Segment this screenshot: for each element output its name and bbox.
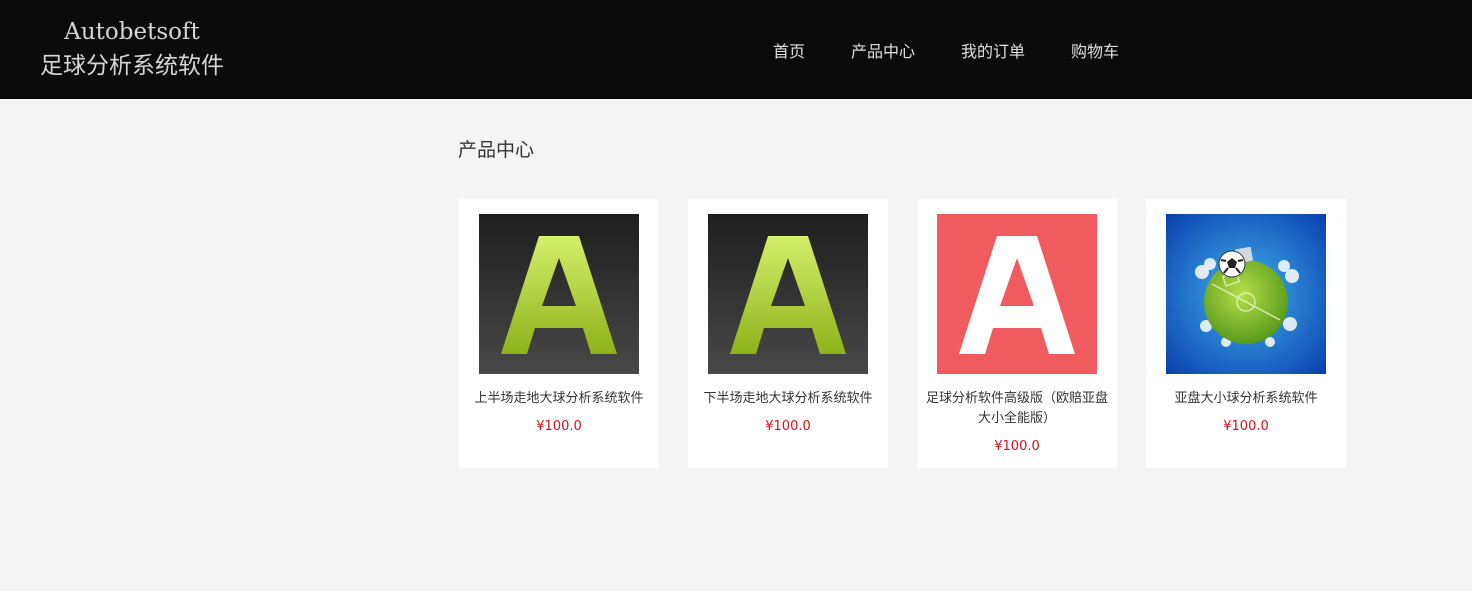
logo-brand: Autobetsoft xyxy=(64,19,200,45)
letter-a-green-dark-icon xyxy=(479,214,639,374)
product-price: ¥100.0 xyxy=(765,419,811,434)
product-name[interactable]: 足球分析软件高级版（欧赔亚盘大小全能版） xyxy=(921,389,1113,429)
letter-a-white-red-icon xyxy=(937,214,1097,374)
product-price: ¥100.0 xyxy=(536,419,582,434)
product-card[interactable]: 下半场走地大球分析系统软件 ¥100.0 xyxy=(688,199,888,468)
product-name[interactable]: 上半场走地大球分析系统软件 xyxy=(463,389,655,409)
logo-subtitle: 足球分析系统软件 xyxy=(40,53,224,79)
product-price: ¥100.0 xyxy=(994,439,1040,454)
section-title: 产品中心 xyxy=(458,139,535,161)
nav-cart[interactable]: 购物车 xyxy=(1071,38,1119,62)
product-card[interactable]: 足球分析软件高级版（欧赔亚盘大小全能版） ¥100.0 xyxy=(917,199,1117,468)
nav-orders[interactable]: 我的订单 xyxy=(961,38,1025,62)
product-card[interactable]: 上半场走地大球分析系统软件 ¥100.0 xyxy=(459,199,659,468)
site-header: Autobetsoft 足球分析系统软件 首页 产品中心 我的订单 购物车 xyxy=(0,0,1472,99)
product-name[interactable]: 下半场走地大球分析系统软件 xyxy=(692,389,884,409)
product-card[interactable]: 亚盘大小球分析系统软件 ¥100.0 xyxy=(1146,199,1346,468)
product-price: ¥100.0 xyxy=(1223,419,1269,434)
product-grid: 上半场走地大球分析系统软件 ¥100.0 下半场走地大球分析系统软件 ¥100.… xyxy=(459,199,1346,468)
main-nav: 首页 产品中心 我的订单 购物车 xyxy=(750,0,1142,99)
soccer-planet-icon xyxy=(1166,214,1326,374)
site-logo[interactable]: Autobetsoft 足球分析系统软件 xyxy=(20,15,244,83)
nav-products[interactable]: 产品中心 xyxy=(851,38,915,62)
nav-home[interactable]: 首页 xyxy=(773,38,805,62)
product-name[interactable]: 亚盘大小球分析系统软件 xyxy=(1150,389,1342,409)
letter-a-green-dark-icon xyxy=(708,214,868,374)
